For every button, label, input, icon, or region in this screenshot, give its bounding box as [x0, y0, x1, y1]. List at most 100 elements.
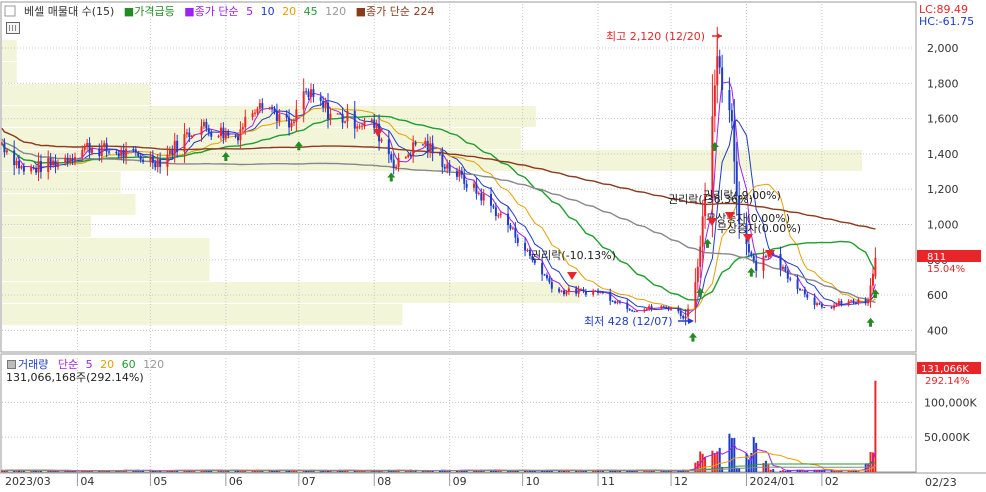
- candle-body: [339, 113, 342, 115]
- candle-body: [5, 150, 8, 153]
- volume-bar: [497, 470, 500, 472]
- candle-body: [285, 114, 288, 118]
- candle-body: [460, 170, 463, 175]
- candle-body: [801, 289, 804, 291]
- candle-body: [696, 266, 699, 283]
- volume-bar: [305, 470, 308, 472]
- current-price: 811: [927, 252, 946, 263]
- candle-body: [643, 309, 646, 312]
- settings-icon[interactable]: [7, 360, 16, 369]
- candle-body: [409, 154, 412, 156]
- volume-bar: [594, 471, 597, 473]
- candle-body: [222, 127, 225, 139]
- volume-bar: [857, 471, 860, 473]
- candle-body: [91, 148, 94, 153]
- candle-body: [426, 140, 429, 151]
- volume-profile-bar: [2, 282, 581, 303]
- candle-body: [789, 278, 792, 280]
- candle-body: [597, 290, 600, 293]
- volume-bar: [241, 471, 244, 473]
- candle-body: [239, 129, 242, 141]
- candle-body: [185, 132, 188, 135]
- candle-body: [424, 140, 427, 145]
- x-axis-right-label: 02/23: [925, 476, 957, 489]
- candle-body: [324, 102, 327, 108]
- volume-bar: [728, 433, 731, 472]
- candle-body: [475, 183, 478, 194]
- x-tick-label: 08: [377, 475, 391, 488]
- candle-body: [22, 166, 25, 172]
- candle-body: [582, 289, 585, 292]
- candle-body: [288, 117, 291, 128]
- candle-body: [373, 119, 376, 129]
- candle-body: [524, 242, 527, 251]
- rights-issue-annotation-3: 권리락(-9.00%): [703, 189, 781, 202]
- volume-bar: [833, 470, 836, 472]
- candle-body: [151, 156, 154, 163]
- candle-body: [835, 303, 838, 306]
- price-tick-label: 1,200: [927, 183, 959, 196]
- candle-body: [66, 157, 69, 163]
- candle-body: [633, 311, 636, 313]
- volume-bar: [407, 470, 410, 472]
- volume-bar: [358, 470, 361, 472]
- candle-body: [395, 166, 398, 169]
- volume-bar: [295, 471, 298, 473]
- candle-body: [511, 227, 514, 229]
- candle-body: [477, 193, 480, 195]
- legend-ma224: 종가 단순 224: [366, 5, 434, 18]
- candle-body: [171, 150, 174, 155]
- candle-body: [713, 85, 716, 117]
- candle-body: [83, 146, 86, 150]
- volume-bar: [662, 470, 665, 472]
- candle-body: [380, 139, 383, 142]
- current-volume: 131,066K: [921, 364, 969, 375]
- price-tick-label: 1,000: [927, 218, 959, 231]
- candle-body: [134, 149, 137, 153]
- candle-body: [275, 111, 278, 122]
- candle-body: [806, 294, 809, 298]
- volume-bar: [307, 470, 310, 472]
- candle-body: [818, 303, 821, 305]
- candle-body: [15, 160, 18, 166]
- candle-body: [251, 113, 254, 118]
- candle-body: [446, 164, 449, 169]
- volume-bar: [767, 464, 770, 472]
- candle-body: [577, 289, 580, 294]
- candle-body: [353, 111, 356, 129]
- chart-toolbar-icon[interactable]: [6, 22, 20, 34]
- candle-body: [217, 135, 220, 137]
- legend-checkbox[interactable]: [4, 5, 16, 17]
- candle-body: [159, 159, 162, 167]
- volume-legend: 거래량 단순 5 20 60 120: [18, 358, 164, 371]
- price-tick-label: 1,800: [927, 77, 959, 90]
- candle-body: [580, 289, 583, 291]
- candle-body: [32, 167, 35, 169]
- candle-body: [13, 150, 16, 166]
- x-tick-label: 05: [153, 475, 167, 488]
- x-tick-label: 07: [302, 475, 316, 488]
- candle-body: [154, 162, 157, 168]
- candle-body: [358, 126, 361, 128]
- candle-body: [390, 154, 393, 160]
- candle-body: [584, 291, 587, 295]
- legend-price-surge: 가격급등: [134, 5, 174, 18]
- candle-body: [268, 108, 271, 110]
- x-tick-label: 11: [601, 475, 615, 488]
- candle-body: [429, 143, 432, 151]
- stock-chart[interactable]: 4006008001,0001,2001,4001,6001,8002,000 …: [0, 0, 986, 492]
- candle-body: [254, 112, 257, 114]
- candle-body: [64, 157, 67, 163]
- volume-bar: [378, 471, 381, 473]
- volume-profile-bar: [2, 40, 17, 61]
- bonus-issue-annotation-2: 무상증자(0.00%): [717, 222, 801, 235]
- candle-body: [404, 157, 407, 159]
- x-tick-label: 12: [674, 475, 688, 488]
- candle-body: [701, 216, 704, 247]
- candle-body: [190, 135, 193, 138]
- legend-vma120: 120: [143, 358, 164, 371]
- candle-body: [755, 260, 758, 271]
- volume-bar: [772, 469, 775, 472]
- candle-body: [752, 255, 755, 261]
- candle-body: [494, 207, 497, 216]
